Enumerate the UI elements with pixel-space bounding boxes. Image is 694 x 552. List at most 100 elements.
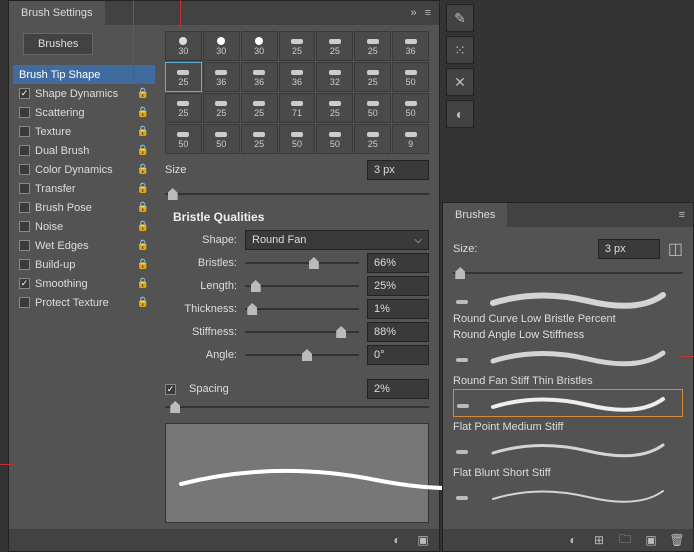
lock-icon[interactable]: 🔒 [137, 259, 149, 270]
thickness-slider[interactable] [245, 301, 359, 317]
lock-icon[interactable]: 🔒 [137, 126, 149, 137]
brush-tip[interactable]: 30 [165, 31, 202, 61]
brush-tip[interactable]: 9 [392, 124, 429, 154]
brush-tip[interactable]: 71 [279, 93, 316, 123]
spacing-slider[interactable] [165, 399, 429, 415]
brush-tip[interactable]: 50 [203, 124, 240, 154]
brush-list-item[interactable]: Round Fan Stiff Thin Bristles [453, 375, 683, 417]
tab-brushes[interactable]: Brushes [443, 203, 507, 227]
flip-icon[interactable]: ◫ [668, 239, 683, 259]
option-brush-pose[interactable]: Brush Pose🔒 [13, 198, 155, 217]
live-tip-icon[interactable]: ⊞ [591, 532, 607, 548]
brush-tip[interactable]: 25 [354, 124, 391, 154]
size-slider[interactable] [453, 265, 683, 281]
brush-tip[interactable]: 36 [203, 62, 240, 92]
brush-tip[interactable]: 50 [392, 93, 429, 123]
option-protect-texture[interactable]: Protect Texture🔒 [13, 293, 155, 312]
brush-list-item[interactable]: Flat Point Medium Stiff [453, 421, 683, 463]
length-input[interactable] [367, 276, 429, 296]
lock-icon[interactable]: 🔒 [137, 297, 149, 308]
checkbox[interactable] [19, 278, 30, 289]
angle-slider[interactable] [245, 347, 359, 363]
menu-icon[interactable]: ≡ [679, 209, 685, 221]
brush-tip[interactable]: 25 [354, 62, 391, 92]
thickness-input[interactable] [367, 299, 429, 319]
option-smoothing[interactable]: Smoothing🔒 [13, 274, 155, 293]
tab-brush-settings[interactable]: Brush Settings [9, 1, 105, 25]
option-scattering[interactable]: Scattering🔒 [13, 103, 155, 122]
checkbox[interactable] [19, 145, 30, 156]
lock-icon[interactable]: 🔒 [137, 221, 149, 232]
option-transfer[interactable]: Transfer🔒 [13, 179, 155, 198]
lock-icon[interactable]: 🔒 [137, 107, 149, 118]
brush-list-item[interactable]: Round Curve Low Bristle Percent [453, 285, 683, 325]
checkbox[interactable] [19, 88, 30, 99]
checkbox[interactable] [19, 240, 30, 251]
tools-icon[interactable]: ✕ [446, 68, 474, 96]
angle-input[interactable] [367, 345, 429, 365]
checkbox[interactable] [19, 202, 30, 213]
checkbox[interactable] [19, 126, 30, 137]
brush-list-item[interactable]: Flat Blunt Short Stiff [453, 467, 683, 509]
new-preset-icon[interactable]: ▣ [415, 532, 431, 548]
size-slider[interactable] [165, 186, 429, 202]
lock-icon[interactable]: 🔒 [137, 240, 149, 251]
brush-tip[interactable]: 50 [279, 124, 316, 154]
spacing-input[interactable] [367, 379, 429, 399]
brush-tip[interactable]: 25 [279, 31, 316, 61]
stiffness-slider[interactable] [245, 324, 359, 340]
option-noise[interactable]: Noise🔒 [13, 217, 155, 236]
brush-list-item[interactable]: Round Angle Low Stiffness [453, 329, 683, 371]
brush-tip[interactable]: 50 [316, 124, 353, 154]
lock-icon[interactable]: 🔒 [137, 183, 149, 194]
lock-icon[interactable]: 🔒 [137, 145, 149, 156]
brush-tip[interactable]: 25 [165, 62, 202, 92]
checkbox[interactable] [19, 221, 30, 232]
brush-tip[interactable]: 25 [316, 31, 353, 61]
menu-icon[interactable]: ≡ [425, 7, 431, 19]
brushes-button[interactable]: Brushes [23, 33, 93, 55]
checkbox[interactable] [19, 183, 30, 194]
new-brush-icon[interactable]: ▣ [643, 532, 659, 548]
lock-icon[interactable]: 🔒 [137, 202, 149, 213]
lock-icon[interactable]: 🔒 [137, 278, 149, 289]
brush-tip[interactable]: 30 [241, 31, 278, 61]
brush-tip[interactable]: 36 [279, 62, 316, 92]
preview-toggle-icon[interactable]: ◐ [389, 532, 405, 548]
option-wet-edges[interactable]: Wet Edges🔒 [13, 236, 155, 255]
length-slider[interactable] [245, 278, 359, 294]
brush-tip[interactable]: 36 [392, 31, 429, 61]
option-build-up[interactable]: Build-up🔒 [13, 255, 155, 274]
preview-toggle-icon[interactable]: ◐ [565, 532, 581, 548]
brush-tip[interactable]: 32 [316, 62, 353, 92]
option-texture[interactable]: Texture🔒 [13, 122, 155, 141]
checkbox[interactable] [19, 164, 30, 175]
brush-tip[interactable]: 25 [165, 93, 202, 123]
option-color-dynamics[interactable]: Color Dynamics🔒 [13, 160, 155, 179]
brush-tip[interactable]: 25 [203, 93, 240, 123]
brush-tip[interactable]: 36 [241, 62, 278, 92]
bristles-slider[interactable] [245, 255, 359, 271]
checkbox[interactable] [19, 259, 30, 270]
brush-tip[interactable]: 30 [203, 31, 240, 61]
bristles-input[interactable] [367, 253, 429, 273]
brush-tip[interactable]: 25 [316, 93, 353, 123]
brush-tip[interactable]: 50 [165, 124, 202, 154]
checkbox[interactable] [19, 107, 30, 118]
spacing-checkbox[interactable] [165, 384, 176, 395]
cc-libraries-icon[interactable]: ◐ [446, 100, 474, 128]
checkbox[interactable] [19, 297, 30, 308]
size-input[interactable] [367, 160, 429, 180]
stiffness-input[interactable] [367, 322, 429, 342]
brush-tip[interactable]: 25 [241, 124, 278, 154]
brush-settings-icon[interactable]: ✎ [446, 4, 474, 32]
brush-tip[interactable]: 50 [392, 62, 429, 92]
trash-icon[interactable]: 🗑 [669, 532, 685, 548]
collapse-icon[interactable]: » [410, 7, 416, 19]
option-shape-dynamics[interactable]: Shape Dynamics🔒 [13, 84, 155, 103]
new-group-icon[interactable]: 🗀 [617, 532, 633, 548]
size-input[interactable] [598, 239, 660, 259]
shape-select[interactable]: Round Fan [245, 230, 429, 250]
lock-icon[interactable]: 🔒 [137, 88, 149, 99]
brush-tip[interactable]: 25 [354, 31, 391, 61]
